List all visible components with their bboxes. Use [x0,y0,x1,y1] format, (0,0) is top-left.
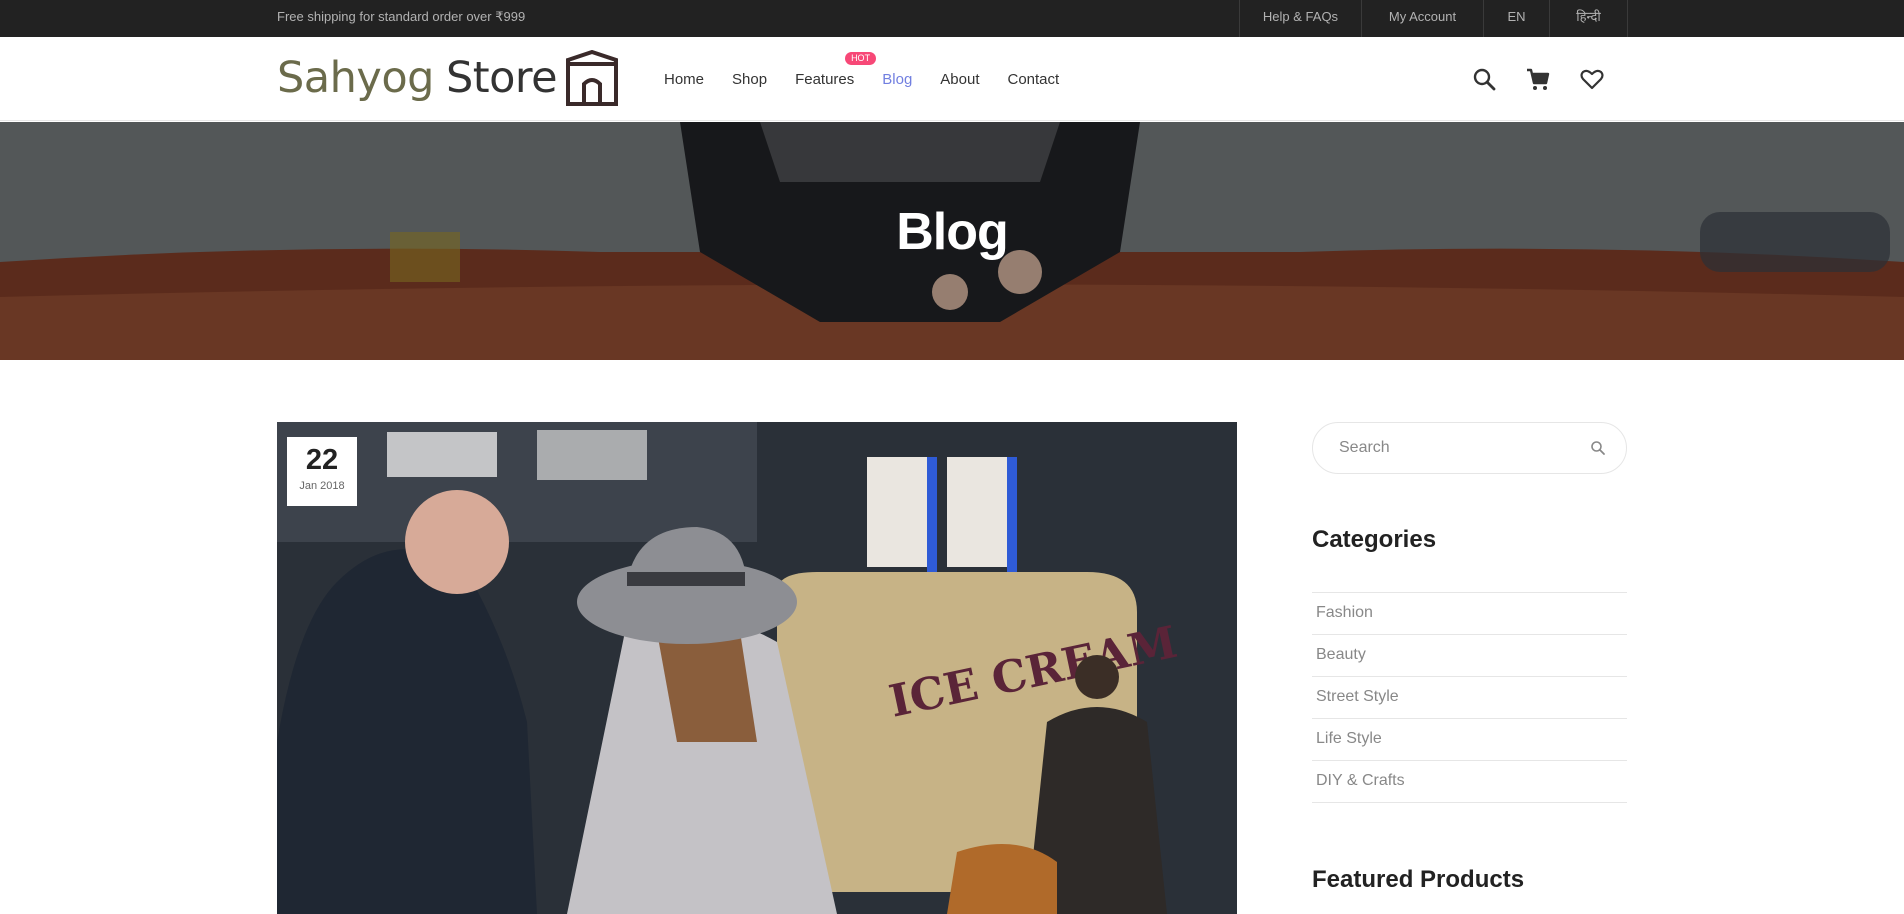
nav-blog[interactable]: Blog [882,71,912,88]
nav-features[interactable]: Features HOT [795,51,877,88]
blog-post-photo: ICE CREAM [277,422,1237,914]
header-icons [1444,65,1606,93]
search-icon[interactable] [1590,440,1606,456]
post-date-badge: 22 Jan 2018 [287,437,357,506]
category-fashion[interactable]: Fashion [1312,593,1627,635]
category-street-style[interactable]: Street Style [1312,677,1627,719]
shipping-notice: Free shipping for standard order over ₹9… [277,9,526,24]
hot-badge: HOT [845,51,877,65]
search-input[interactable] [1339,423,1569,473]
top-bar: Free shipping for standard order over ₹9… [0,0,1904,37]
my-account-link[interactable]: My Account [1362,0,1484,37]
language-en-link[interactable]: EN [1484,0,1550,37]
main-nav: Home Shop Features HOT Blog About Contac… [664,37,1087,121]
sidebar-search [1312,422,1627,474]
page-title: Blog [896,203,1009,261]
page-banner: Blog [0,122,1904,360]
nav-home[interactable]: Home [664,71,704,88]
blog-post-image[interactable]: ICE CREAM [277,422,1237,914]
main-header: Sahyog Store Home Shop Features HOT Blog… [0,37,1904,121]
logo-text-store: Store [445,53,558,103]
nav-about[interactable]: About [940,71,979,88]
nav-features-label: Features [795,70,855,88]
post-date-month: Jan 2018 [299,480,345,492]
language-hindi-link[interactable]: हिन्दी [1550,0,1628,37]
logo-text-sahyog: Sahyog [277,53,434,103]
category-beauty[interactable]: Beauty [1312,635,1627,677]
category-life-style[interactable]: Life Style [1312,719,1627,761]
cart-icon[interactable] [1524,65,1552,93]
nav-contact[interactable]: Contact [1008,71,1060,88]
help-faqs-link[interactable]: Help & FAQs [1240,0,1362,37]
search-icon[interactable] [1470,65,1498,93]
categories-list: Fashion Beauty Street Style Life Style D… [1312,592,1627,803]
storefront-icon [566,50,619,106]
heart-icon[interactable] [1578,65,1606,93]
nav-shop[interactable]: Shop [732,71,767,88]
category-diy-crafts[interactable]: DIY & Crafts [1312,761,1627,803]
categories-heading: Categories [1312,526,1437,553]
featured-products-heading: Featured Products [1312,866,1525,893]
store-logo[interactable]: Sahyog Store [277,47,619,109]
top-bar-links: Help & FAQs My Account EN हिन्दी [1239,0,1628,37]
post-date-day: 22 [305,444,339,476]
